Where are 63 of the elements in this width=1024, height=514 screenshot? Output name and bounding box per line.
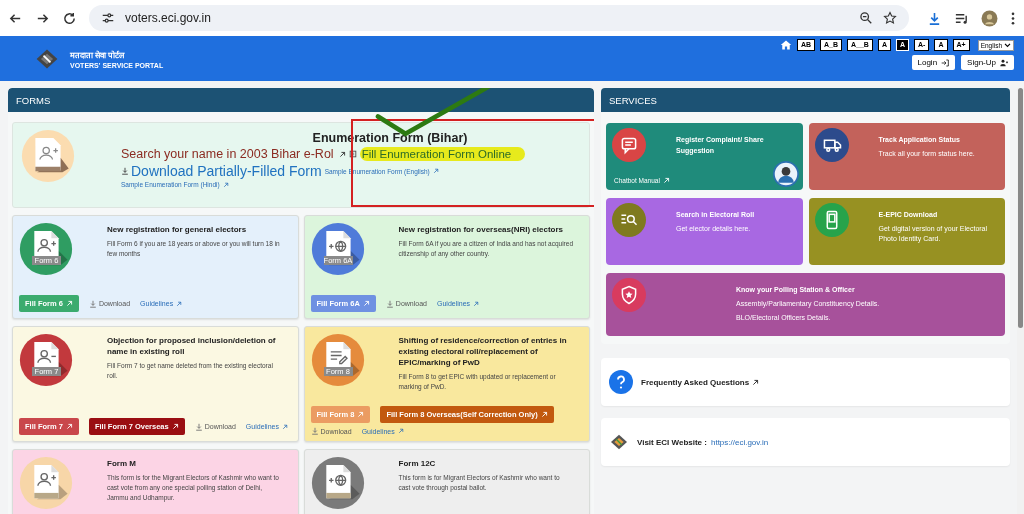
- download-icon: [310, 427, 319, 435]
- portal-title-hindi: मतदाता सेवा पोर्टल: [70, 49, 126, 60]
- service-icon: [612, 203, 646, 237]
- service-icon: [612, 278, 646, 312]
- help-icon: [609, 370, 633, 394]
- arrow-icon: [357, 411, 365, 418]
- site-settings-icon[interactable]: [101, 11, 115, 25]
- home-icon[interactable]: [779, 39, 792, 51]
- arrow-icon: [540, 411, 548, 418]
- faq-link[interactable]: Frequently Asked Questions: [641, 377, 760, 387]
- arrow-icon: [65, 300, 73, 307]
- download-icon: [194, 422, 203, 431]
- arrow-icon: [222, 181, 229, 188]
- address-bar[interactable]: voters.eci.gov.in: [89, 5, 909, 31]
- reload-icon[interactable]: [62, 10, 77, 26]
- card-title: Form 12C: [398, 458, 437, 469]
- website-link[interactable]: https://eci.gov.in: [710, 437, 769, 447]
- arrow-icon: [397, 428, 404, 434]
- menu-icon[interactable]: [1010, 10, 1016, 26]
- chatbot-avatar[interactable]: [772, 161, 799, 187]
- scrollbar-thumb[interactable]: [1018, 88, 1023, 328]
- form-icon: [348, 150, 357, 158]
- card-title: Objection for proposed inclusion/deletion of name in existing roll: [107, 335, 277, 357]
- arrow-icon: [281, 423, 288, 430]
- website-label: Visit ECI Website :: [637, 437, 707, 447]
- login-button[interactable]: Login: [911, 55, 956, 70]
- arrow-icon: [473, 300, 480, 307]
- url-text: voters.eci.gov.in: [125, 11, 211, 25]
- sign-up-button[interactable]: Sign-Up: [961, 55, 1014, 70]
- profile-avatar[interactable]: [981, 9, 998, 27]
- service-icon: [814, 203, 849, 237]
- arrow-icon: [176, 300, 183, 307]
- fill-form-link[interactable]: Fill Enumeration Form Online: [359, 147, 526, 161]
- download-icon: [121, 167, 129, 175]
- arrow-icon: [362, 300, 370, 307]
- scrollbar[interactable]: [1017, 88, 1024, 514]
- download-icon: [385, 299, 394, 308]
- download-icon: [88, 299, 97, 308]
- service-icon: [814, 128, 849, 162]
- star-icon[interactable]: [883, 11, 897, 25]
- arrow-icon: [432, 168, 439, 174]
- search-roll-link[interactable]: Search your name in 2003 Bihar e-Rol: [121, 147, 346, 161]
- panel-title: FORMS: [16, 94, 51, 106]
- caret-icon: [1004, 42, 1011, 48]
- form-icon: [21, 129, 75, 183]
- card-title: New registration for general electors: [107, 224, 248, 235]
- ballot-box-logo: [609, 432, 629, 452]
- card-title: Form M: [107, 458, 137, 469]
- login-icon: [941, 58, 950, 67]
- card-title: New registration for overseas(NRI) electors: [398, 224, 564, 235]
- service-icon: [612, 128, 646, 162]
- arrow-icon: [662, 177, 670, 184]
- card-title: Shifting of residence/correction of entries in existing electoral roll/replacement of EPIC/marking of PwD: [398, 335, 568, 368]
- download-form-link[interactable]: Download Partially-Filled Form: [121, 163, 322, 179]
- arrow-icon: [65, 423, 73, 430]
- faq-card[interactable]: Frequently Asked Questions: [601, 358, 1010, 406]
- zoom-icon[interactable]: [859, 11, 873, 25]
- add-user-icon: [1000, 58, 1008, 67]
- panel-title: SERVICES: [609, 94, 657, 106]
- download-icon[interactable]: [927, 10, 942, 26]
- arrow-icon: [338, 150, 346, 158]
- arrow-icon: [171, 423, 179, 430]
- arrow-icon: [752, 378, 760, 386]
